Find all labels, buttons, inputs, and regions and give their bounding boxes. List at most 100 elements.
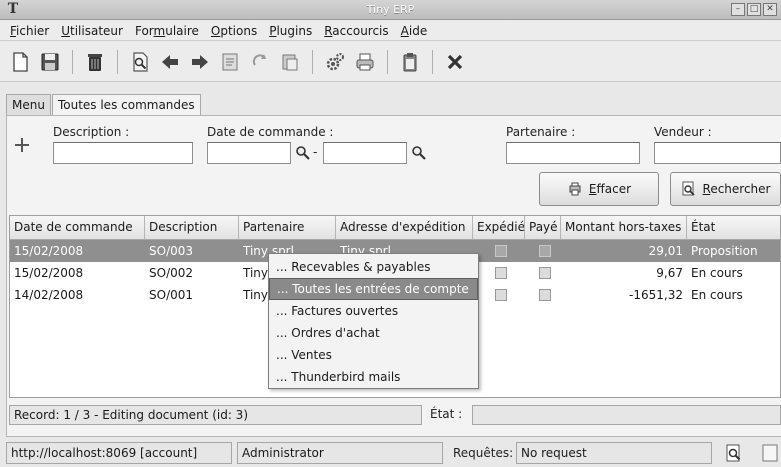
search-icon xyxy=(682,181,695,196)
next-icon[interactable] xyxy=(188,50,212,74)
tab-menu[interactable]: Menu xyxy=(6,94,51,115)
delete-icon[interactable] xyxy=(83,50,107,74)
maximize-icon[interactable]: □ xyxy=(747,3,761,16)
search-button-label: Rechercher xyxy=(702,182,771,196)
requests-value: No request xyxy=(516,442,712,464)
description-input[interactable] xyxy=(53,142,193,164)
print-icon[interactable] xyxy=(353,50,377,74)
column-header-order-date[interactable]: Date de commande xyxy=(10,216,145,239)
minimize-icon[interactable]: – xyxy=(731,3,745,16)
context-menu-item[interactable]: ... Thunderbird mails xyxy=(269,366,478,388)
bottom-status-bar: http://localhost:8069 [account] Administ… xyxy=(0,438,781,467)
context-menu-item[interactable]: ... Ventes xyxy=(269,344,478,366)
date-to-input[interactable] xyxy=(323,142,407,164)
column-header-partner[interactable]: Partenaire xyxy=(239,216,336,239)
requests-label: Requêtes: xyxy=(453,446,514,460)
previous-icon[interactable] xyxy=(158,50,182,74)
clear-button[interactable]: Effacer xyxy=(539,172,659,206)
column-header-state[interactable]: État xyxy=(687,216,780,239)
paid-checkbox[interactable] xyxy=(539,267,551,279)
partner-label: Partenaire : xyxy=(506,125,576,139)
attachment-icon[interactable] xyxy=(278,50,302,74)
cell-amount: 29,01 xyxy=(648,244,683,258)
toolbar-separator xyxy=(312,49,313,74)
cell-state: Proposition xyxy=(691,244,758,258)
column-header-paid[interactable]: Payé xyxy=(525,216,561,239)
column-header-description[interactable]: Description xyxy=(145,216,239,239)
copy-icon[interactable] xyxy=(398,50,422,74)
shipped-checkbox[interactable] xyxy=(495,245,507,257)
menu-item[interactable]: Options xyxy=(205,24,263,38)
cell-paid xyxy=(525,284,561,306)
record-status: Record: 1 / 3 - Editing document (id: 3) xyxy=(9,405,422,425)
menu-bar: Fichier Utilisateur Formulaire Options Plugi… xyxy=(0,21,781,41)
toolbar xyxy=(0,42,781,82)
cell-state: En cours xyxy=(691,266,743,280)
menu-item[interactable]: Utilisateur xyxy=(55,24,129,38)
find-icon[interactable] xyxy=(128,50,152,74)
menu-item[interactable]: Formulaire xyxy=(129,24,205,38)
date-separator: - xyxy=(313,145,318,159)
window-controls: – □ ✕ xyxy=(731,3,777,16)
shipped-checkbox[interactable] xyxy=(495,289,507,301)
close-window-icon[interactable]: ✕ xyxy=(763,3,777,16)
new-document-icon[interactable] xyxy=(8,50,32,74)
seller-input[interactable] xyxy=(654,142,781,164)
context-menu-item[interactable]: ... Factures ouvertes xyxy=(269,300,478,322)
send-request-icon[interactable] xyxy=(760,443,780,463)
read-requests-icon[interactable] xyxy=(724,443,744,463)
menu-item[interactable]: Aide xyxy=(395,24,434,38)
cell-amount: -1651,32 xyxy=(629,288,683,302)
save-icon[interactable] xyxy=(38,50,62,74)
paid-checkbox[interactable] xyxy=(539,245,551,257)
cell-amount: 9,67 xyxy=(656,266,683,280)
server-url: http://localhost:8069 [account] xyxy=(6,442,232,464)
cell-shipped xyxy=(473,240,525,262)
description-label: Description : xyxy=(53,125,130,139)
record-status-bar: Record: 1 / 3 - Editing document (id: 3)… xyxy=(6,405,781,427)
cell-description: SO/002 xyxy=(149,266,194,280)
cell-description: SO/001 xyxy=(149,288,194,302)
reload-icon[interactable] xyxy=(248,50,272,74)
clear-icon xyxy=(569,182,581,196)
cell-paid xyxy=(525,240,561,262)
expand-plus-icon[interactable] xyxy=(14,137,30,153)
date-from-input[interactable] xyxy=(207,142,291,164)
search-button[interactable]: Rechercher xyxy=(670,172,781,206)
tab-bar: Menu Toutes les commandes xyxy=(0,94,202,115)
cell-order-date: 15/02/2008 xyxy=(14,244,84,258)
column-header-shipping-address[interactable]: Adresse d'expédition xyxy=(336,216,473,239)
shipped-checkbox[interactable] xyxy=(495,267,507,279)
close-icon[interactable] xyxy=(443,50,467,74)
clear-button-label: Effacer xyxy=(588,182,632,196)
switch-view-icon[interactable] xyxy=(218,50,242,74)
context-menu: ... Recevables & payables... Toutes les … xyxy=(268,253,479,389)
cell-shipped xyxy=(473,262,525,284)
window-title: Tiny ERP xyxy=(366,3,415,16)
partner-input[interactable] xyxy=(506,142,640,164)
context-menu-item[interactable]: ... Ordres d'achat xyxy=(269,322,478,344)
order-date-label: Date de commande : xyxy=(207,125,334,139)
column-header-amount[interactable]: Montant hors-taxes xyxy=(561,216,687,239)
context-menu-item[interactable]: ... Toutes les entrées de compte xyxy=(269,278,478,300)
toolbar-separator xyxy=(72,49,73,74)
cell-description: SO/003 xyxy=(149,244,194,258)
tab-orders[interactable]: Toutes les commandes xyxy=(51,94,201,115)
cell-order-date: 15/02/2008 xyxy=(14,266,84,280)
seller-label: Vendeur : xyxy=(654,125,712,139)
paid-checkbox[interactable] xyxy=(539,289,551,301)
calendar-search-icon[interactable] xyxy=(411,145,427,161)
toolbar-separator xyxy=(117,49,118,74)
toolbar-separator xyxy=(432,49,433,74)
menu-item[interactable]: Fichier xyxy=(4,24,55,38)
cell-paid xyxy=(525,262,561,284)
calendar-search-icon[interactable] xyxy=(295,145,311,161)
table-header: Date de commande Description Partenaire … xyxy=(10,216,780,240)
toolbar-separator xyxy=(387,49,388,74)
menu-item[interactable]: Plugins xyxy=(263,24,318,38)
action-icon[interactable] xyxy=(323,50,347,74)
menu-item[interactable]: Raccourcis xyxy=(318,24,394,38)
column-header-shipped[interactable]: Expédié xyxy=(473,216,525,239)
context-menu-item[interactable]: ... Recevables & payables xyxy=(269,256,478,278)
state-label: État : xyxy=(430,407,463,421)
